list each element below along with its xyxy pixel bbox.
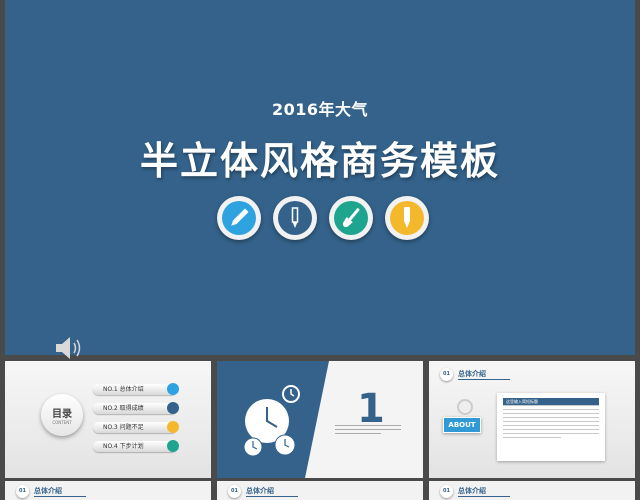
title-slide[interactable]: 2016年大气 半立体风格商务模板 [5, 0, 635, 359]
toc-subtitle: CONTENT [52, 420, 72, 425]
brush-icon [167, 440, 179, 452]
marker-icon [167, 421, 179, 433]
thumbnail-about[interactable]: 01 总体介绍 这里输入简短标题 ABOUT [429, 361, 635, 478]
toc-badge: 目录 CONTENT [41, 394, 83, 436]
text-placeholder-lines [503, 405, 599, 441]
toc-item: NO.2 取得成绩 [93, 402, 179, 414]
pencil-icon [217, 196, 261, 240]
toc-item: NO.4 下步计划 [93, 440, 179, 452]
toc-item: NO.3 问题不足 [93, 421, 179, 433]
section-header: 01 总体介绍 [429, 484, 635, 498]
thumbnail-intro[interactable]: 01 总体介绍 [429, 481, 635, 500]
section-number-badge: 01 [440, 368, 453, 381]
brush-icon [329, 196, 373, 240]
pen-icon [273, 196, 317, 240]
about-tag: ABOUT [443, 417, 481, 433]
pen-icon [167, 402, 179, 414]
section-header: 01 总体介绍 [429, 367, 635, 381]
marker-icon [385, 196, 429, 240]
section-number: 1 [357, 386, 385, 432]
toc-item: NO.1 总体介绍 [93, 383, 179, 395]
section-header: 01 总体介绍 [217, 484, 423, 498]
thumbnail-intro[interactable]: 01 总体介绍 [5, 481, 211, 500]
magnifier-icon [457, 399, 473, 415]
thumbnail-intro[interactable]: 01 总体介绍 [217, 481, 423, 500]
thumbnail-toc[interactable]: 目录 CONTENT NO.1 总体介绍 NO.2 取得成绩 NO.3 问题不足… [5, 361, 211, 478]
pencil-icon [167, 383, 179, 395]
slide-subtitle: 2016年大气 [271, 100, 369, 119]
card-title: 这里输入简短标题 [503, 398, 599, 405]
section-title: 总体介绍 [458, 370, 486, 378]
toc-title: 目录 [52, 409, 72, 420]
thumbnail-section[interactable]: 1 [217, 361, 423, 478]
icon-row [217, 196, 433, 242]
text-placeholder-lines [335, 425, 401, 434]
clock-icon [243, 385, 300, 457]
section-header: 01 总体介绍 [5, 484, 211, 498]
slide-title: 半立体风格商务模板 [139, 139, 500, 183]
